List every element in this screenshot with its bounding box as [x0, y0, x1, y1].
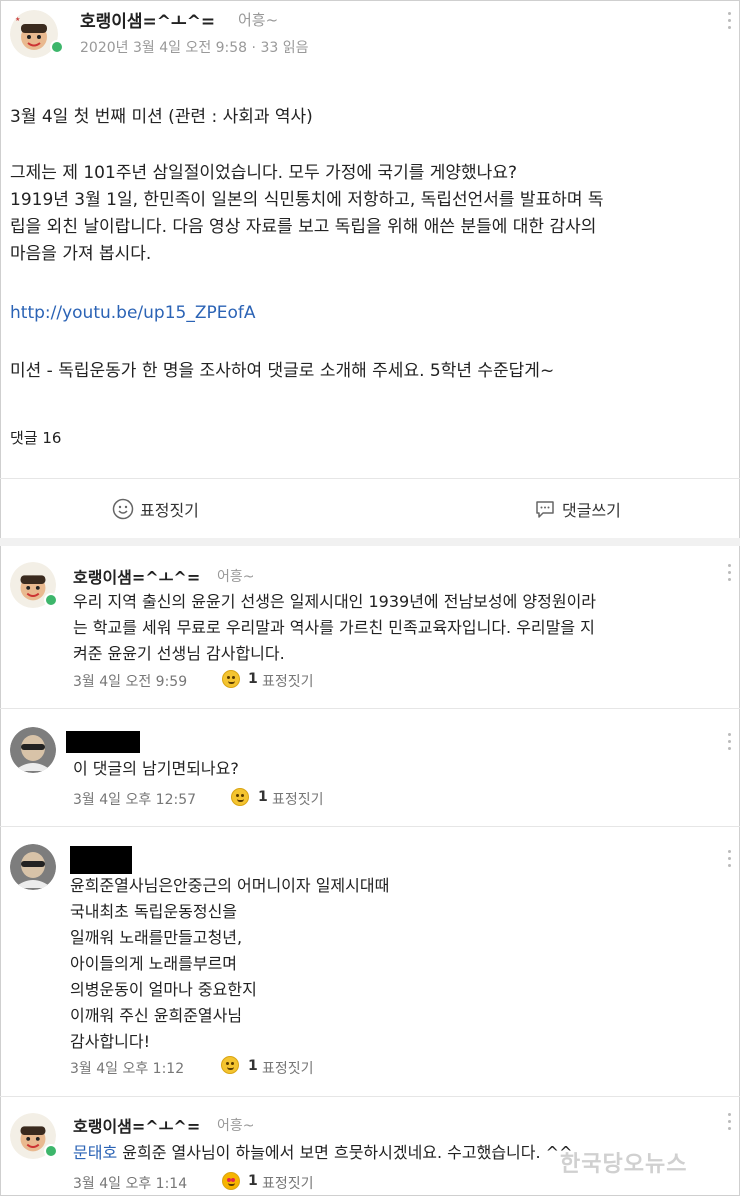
watermark: 한국당오뉴스 — [560, 1152, 688, 1177]
more-icon[interactable] — [727, 1113, 733, 1133]
post-date: 2020년 3월 4일 오전 9:58 · 33 읽음 — [80, 37, 308, 57]
comment-text-line: 감사합니다! — [70, 1032, 151, 1051]
post-author-nickname: 어흥~ — [238, 11, 279, 29]
post-mission-line: 미션 - 독립운동가 한 명을 조사하여 댓글로 소개해 주세요. 5학년 수준… — [10, 361, 555, 381]
reply-text: 윤희준 열사님이 하늘에서 보면 흐뭇하시겠네요. 수고했습니다. ^^ — [122, 1143, 573, 1162]
post-body-line: 립을 외친 날이랍니다. 다음 영상 자료를 보고 독립을 위해 애쓴 분들에 … — [10, 217, 597, 237]
more-icon[interactable] — [727, 733, 733, 753]
comment-date: 3월 4일 오후 1:12 — [70, 1061, 185, 1077]
comment-text-line: 는 학교를 세워 무료로 우리말과 역사를 가르친 민족교육자입니다. 우리말을… — [73, 618, 595, 637]
write-comment-label: 댓글쓰기 — [562, 501, 621, 520]
post-body-line: 마음을 가져 봅시다. — [10, 244, 152, 264]
comment-text-line: 이깨워 주신 윤희준열사님 — [70, 1006, 243, 1025]
comment-text-line: 이 댓글의 남기면되나요? — [73, 759, 239, 778]
react-button-label: 표정짓기 — [140, 501, 199, 520]
divider — [0, 826, 740, 827]
react-button[interactable]: 표정짓기 — [112, 497, 199, 521]
comment-text-line: 국내최초 독립운동정신을 — [70, 902, 238, 921]
comment-text-line: 윤희준열사님은안중근의 어머니이자 일제시대때 — [70, 876, 390, 895]
emoji-reaction-icon[interactable] — [231, 788, 249, 806]
comment-date: 3월 4일 오후 1:14 — [73, 1176, 188, 1192]
post-body-line: 그제는 제 101주년 삼일절이었습니다. 모두 가정에 국기를 게양했나요? — [10, 163, 517, 183]
emoji-reaction-icon[interactable] — [222, 1172, 240, 1190]
comment-author-nickname: 어흥~ — [217, 1118, 255, 1134]
video-link[interactable]: http://youtu.be/up15_ZPEofA — [10, 303, 256, 323]
react-link[interactable]: 표정짓기 — [262, 671, 314, 691]
write-comment-button[interactable]: 댓글쓰기 — [534, 497, 621, 521]
post-author-name[interactable]: 호랭이샘=^ㅗ^= — [80, 7, 215, 32]
svg-text:★: ★ — [15, 16, 20, 23]
more-icon[interactable] — [727, 850, 733, 870]
reaction-count: 1 — [248, 1173, 258, 1189]
divider — [0, 478, 740, 479]
divider — [0, 1096, 740, 1097]
commenter-avatar[interactable] — [10, 727, 56, 773]
react-link[interactable]: 표정짓기 — [262, 1058, 314, 1078]
meta-separator: · — [251, 40, 256, 56]
reaction-count: 1 — [248, 671, 258, 687]
redacted-name — [70, 846, 132, 874]
comment-text-line: 우리 지역 출신의 윤윤기 선생은 일제시대인 1939년에 전남보성에 양정원… — [73, 592, 597, 611]
react-link[interactable]: 표정짓기 — [262, 1173, 314, 1193]
emoji-reaction-icon[interactable] — [221, 1056, 239, 1074]
comment-author-nickname: 어흥~ — [217, 569, 255, 585]
comment-text-line: 켜준 윤윤기 선생님 감사합니다. — [73, 644, 285, 663]
comment-count[interactable]: 댓글 16 — [10, 425, 61, 451]
comment-text-line: 일깨워 노래를만들고청년, — [70, 928, 243, 947]
divider — [0, 538, 740, 546]
reaction-count: 1 — [258, 789, 268, 805]
read-count: 33 읽음 — [260, 40, 309, 56]
comment-text-line: 문태호 윤희준 열사님이 하늘에서 보면 흐뭇하시겠네요. 수고했습니다. ^^ — [73, 1141, 573, 1165]
divider — [0, 708, 740, 709]
mention-link[interactable]: 문태호 — [73, 1143, 117, 1162]
comment-author-name[interactable]: 호랭이샘=^ㅗ^= — [73, 564, 200, 588]
more-icon[interactable] — [727, 12, 733, 32]
comment-date: 3월 4일 오전 9:59 — [73, 674, 188, 690]
more-icon[interactable] — [727, 564, 733, 584]
comment-date: 3월 4일 오후 12:57 — [73, 792, 197, 808]
reaction-count: 1 — [248, 1058, 258, 1074]
post-date-text: 2020년 3월 4일 오전 9:58 — [80, 40, 248, 56]
commenter-avatar[interactable] — [10, 844, 56, 890]
smile-icon — [112, 498, 134, 520]
comment-text-line: 의병운동이 얼마나 중요한지 — [70, 980, 257, 999]
online-indicator — [44, 1144, 58, 1158]
comment-icon — [534, 498, 556, 520]
emoji-reaction-icon[interactable] — [222, 670, 240, 688]
comment-text-line: 아이들의게 노래를부르며 — [70, 954, 238, 973]
post-body-line: 1919년 3월 1일, 한민족이 일본의 식민통치에 저항하고, 독립선언서를… — [10, 190, 604, 210]
react-link[interactable]: 표정짓기 — [272, 789, 324, 809]
comment-author-name[interactable]: 호랭이샘=^ㅗ^= — [73, 1113, 200, 1137]
redacted-name — [66, 731, 140, 753]
online-indicator — [44, 593, 58, 607]
online-indicator — [50, 40, 64, 54]
post-title-line: 3월 4일 첫 번째 미션 (관련 : 사회과 역사) — [10, 107, 313, 127]
